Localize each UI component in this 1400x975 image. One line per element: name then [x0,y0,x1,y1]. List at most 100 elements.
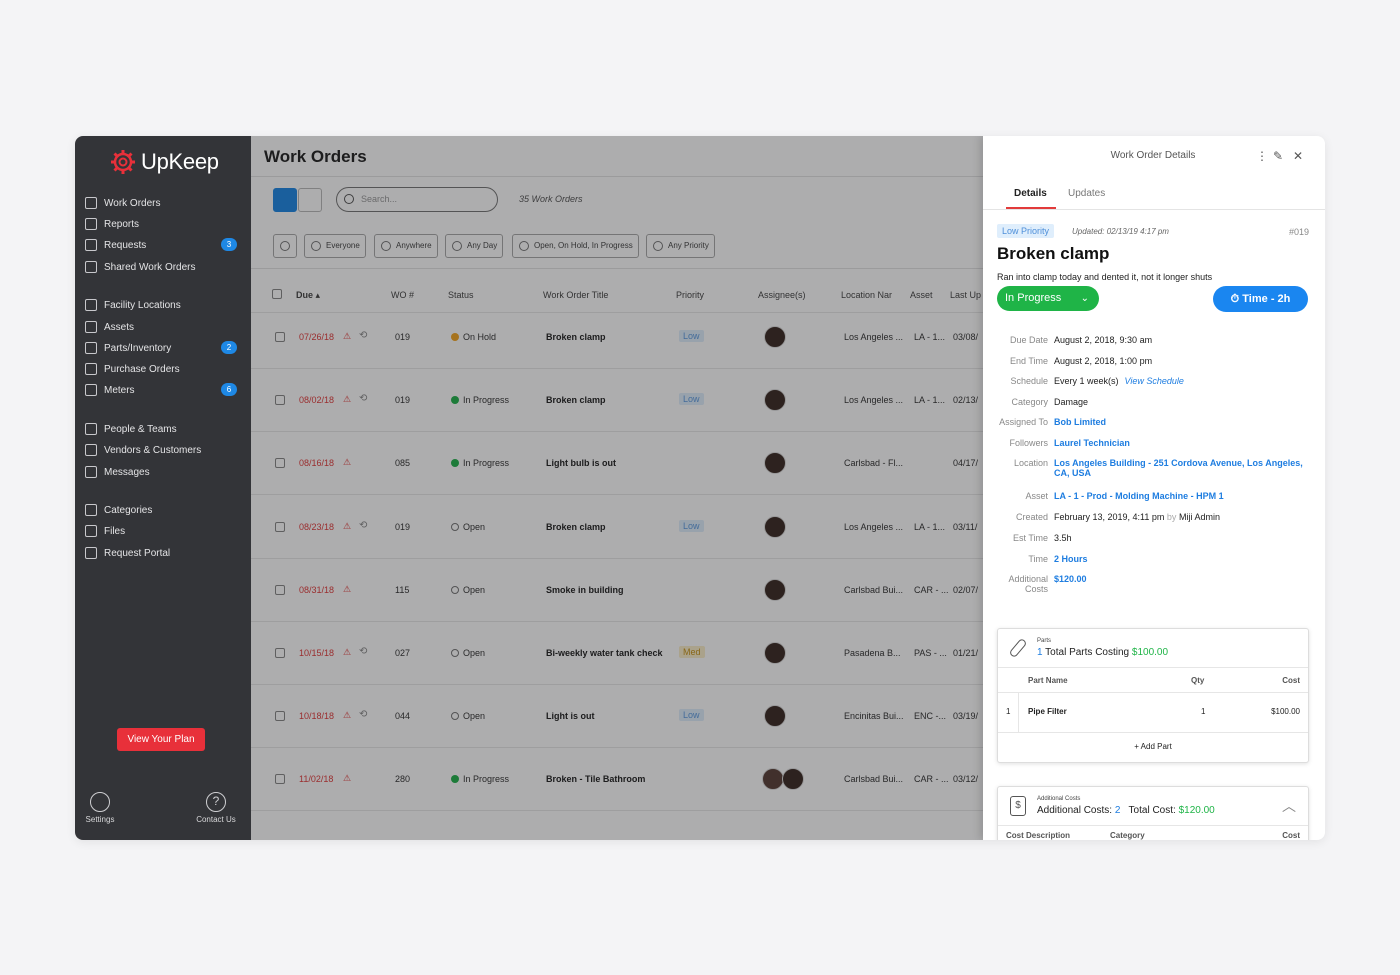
row-title[interactable]: Light is out [546,711,595,721]
column-wo-number[interactable]: WO # [391,290,414,300]
column-status[interactable]: Status [448,290,474,300]
close-icon[interactable]: ✕ [1293,149,1303,163]
column-priority[interactable]: Priority [676,290,704,300]
detail-label-text: Additional [1008,574,1048,584]
filter-assignee[interactable]: Everyone [304,234,366,258]
row-checkbox[interactable] [275,648,285,658]
edit-icon[interactable]: ✎ [1273,149,1283,163]
sidebar-item-categories[interactable]: Categories [85,500,241,520]
row-checkbox[interactable] [275,521,285,532]
status-dropdown[interactable]: In Progress ⌄ [997,286,1099,311]
row-checkbox[interactable] [275,774,285,785]
search-input[interactable]: Search... [336,187,498,212]
sidebar-item-meters[interactable]: Meters 6 [85,380,241,400]
contact-button[interactable]: ? Contact Us [193,792,239,824]
sidebar-item-assets[interactable]: Assets [85,317,241,337]
row-last-updated: 04/17/ [953,458,979,469]
row-status: Open [451,648,485,658]
row-location: Los Angeles ... [844,521,904,532]
sidebar-item-reports[interactable]: Reports [85,214,241,234]
chevron-up-icon[interactable]: ︿ [1282,796,1296,816]
sidebar-item-vendors-customers[interactable]: Vendors & Customers [85,440,241,460]
sidebar-item-purchase-orders[interactable]: Purchase Orders [85,359,241,379]
costs-count: 2 [1114,805,1121,816]
part-row-name[interactable]: Pipe Filter [1028,707,1067,716]
filter-priority[interactable]: Any Priority [646,234,715,258]
row-checkbox[interactable] [275,458,285,469]
detail-value-text: Bob Limited [1054,417,1106,427]
row-checkbox[interactable] [275,584,285,595]
view-plan-button[interactable]: View Your Plan [117,728,205,751]
settings-button[interactable]: Settings [85,792,115,824]
row-status: Open [451,522,485,532]
sidebar-item-parts-inventory[interactable]: Parts/Inventory 2 [85,338,241,358]
detail-value[interactable]: Laurel Technician [1054,438,1130,448]
filter-button[interactable] [273,234,297,258]
time-label: Time - 2h [1242,293,1291,305]
sidebar-item-work-orders[interactable]: Work Orders [85,193,241,213]
sidebar-item-label: Requests [104,239,147,251]
status-dot [451,712,459,721]
sidebar-item-files[interactable]: Files [85,521,241,541]
detail-value[interactable]: 2 Hours [1054,554,1088,564]
avatar [764,578,786,601]
row-title[interactable]: Smoke in building [546,585,624,595]
status-label: Open [463,584,486,595]
row-title[interactable]: Bi-weekly water tank check [546,648,663,658]
filter-location[interactable]: Anywhere [374,234,438,258]
column-location[interactable]: Location Nar [841,290,892,300]
calendar-view-button[interactable] [298,188,322,212]
detail-value[interactable]: LA - 1 - Prod - Molding Machine - HPM 1 [1054,491,1224,501]
sidebar-item-shared-work-orders[interactable]: Shared Work Orders [85,257,241,277]
detail-label: Category [1011,397,1048,407]
column-last-updated[interactable]: Last Up [950,290,981,300]
logo[interactable]: UpKeep [109,148,219,176]
total-cost-label: Total Cost: [1128,805,1176,816]
location-icon [85,299,97,311]
more-vertical-icon[interactable]: ⋮ [1256,149,1268,163]
sidebar-item-people-teams[interactable]: People & Teams [85,419,241,439]
row-title[interactable]: Broken clamp [546,522,606,532]
row-checkbox[interactable] [275,332,285,342]
status-dot [451,649,459,657]
row-location: Carlsbad - Fl... [844,458,904,469]
detail-value[interactable]: $120.00 [1054,574,1087,584]
list-view-button[interactable] [273,188,297,212]
repeat-icon: ⟲ [359,519,368,531]
detail-label: Schedule [1010,376,1048,386]
sidebar-item-request-portal[interactable]: Request Portal [85,543,241,563]
view-schedule-link[interactable]: View Schedule [1125,376,1184,386]
status-label: Open [463,711,486,722]
detail-value[interactable]: Los Angeles Building - 251 Cordova Avenu… [1054,458,1303,478]
updated-label: Updated: [1072,227,1105,236]
filter-status[interactable]: Open, On Hold, In Progress [512,234,639,258]
sidebar-item-facility-locations[interactable]: Facility Locations [85,295,241,315]
divider [251,431,983,433]
column-assignees[interactable]: Assignee(s) [758,290,806,300]
add-part-button[interactable]: + Add Part [998,742,1308,751]
row-priority-badge: Low [679,330,704,342]
avatar [764,452,786,475]
tab-updates[interactable]: Updates [1068,188,1105,199]
sidebar-item-requests[interactable]: Requests 3 [85,235,241,255]
detail-value[interactable]: Bob Limited [1054,417,1106,427]
work-order-count: 35 Work Orders [519,194,583,204]
sidebar-item-label: Facility Locations [104,299,181,311]
time-button[interactable]: ⏱ Time - 2h [1213,286,1308,312]
row-title[interactable]: Broken clamp [546,395,606,405]
column-due[interactable]: Due ▴ [296,290,320,301]
row-checkbox[interactable] [275,395,285,406]
detail-value-text: February 13, 2019, 4:11 pm [1054,512,1165,522]
tab-details[interactable]: Details [1014,188,1047,199]
row-title[interactable]: Light bulb is out [546,458,616,468]
select-all-checkbox[interactable] [272,289,282,299]
column-title[interactable]: Work Order Title [543,290,608,300]
row-checkbox[interactable] [275,711,285,722]
sidebar-item-messages[interactable]: Messages [85,462,241,482]
costs-text: Additional Costs: [1037,805,1113,816]
row-title[interactable]: Broken clamp [546,332,606,342]
parts-summary: 1 Total Parts Costing $100.00 [1037,647,1168,658]
column-asset[interactable]: Asset [910,290,933,300]
row-title[interactable]: Broken - Tile Bathroom [546,774,645,784]
filter-date[interactable]: Any Day [445,234,504,258]
